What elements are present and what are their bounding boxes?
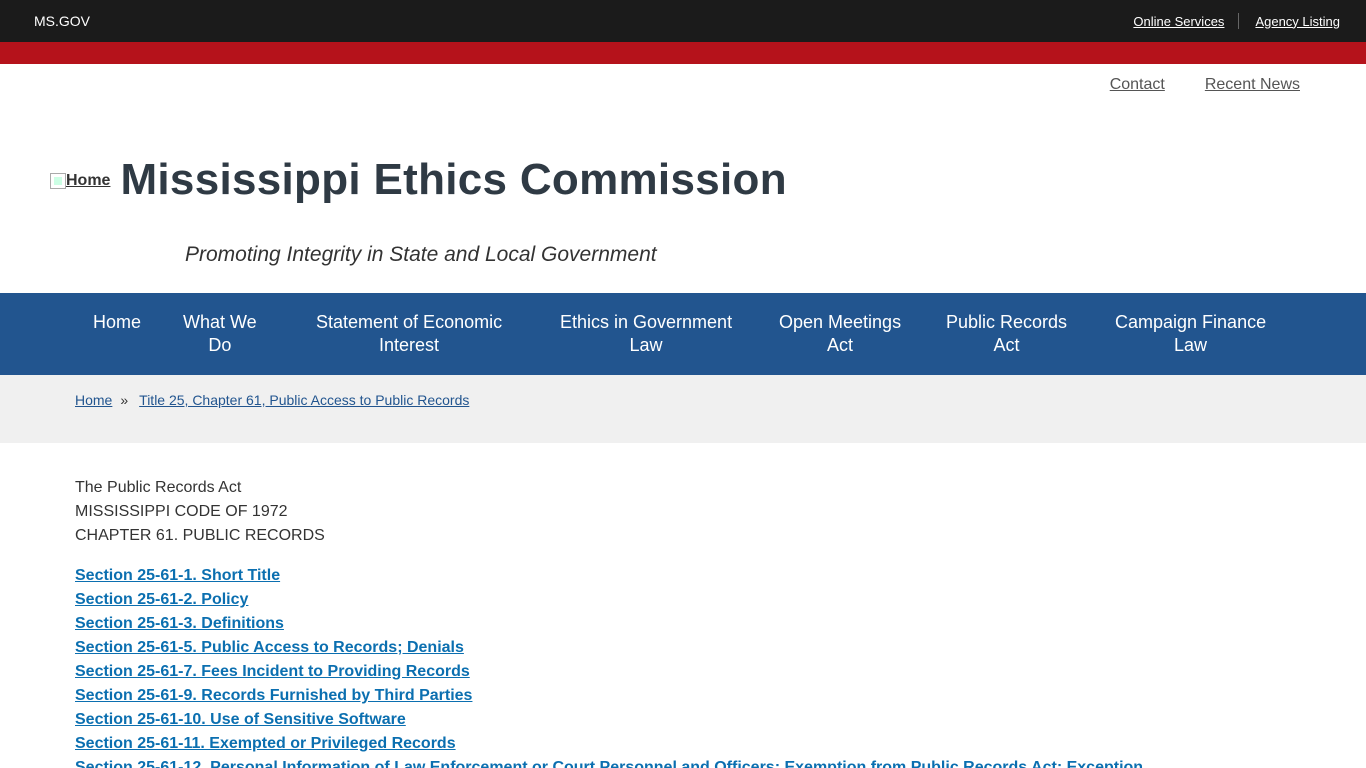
nav-item-what-we-do[interactable]: What We Do	[183, 311, 257, 357]
nav-item-home[interactable]: Home	[93, 311, 141, 334]
main-nav: Home What We Do Statement of Economic In…	[0, 293, 1366, 375]
nav-label-line1: What We	[183, 312, 257, 332]
site-tagline: Promoting Integrity in State and Local G…	[185, 243, 657, 266]
accent-bar	[0, 42, 1366, 64]
nav-label-line2: Interest	[379, 335, 440, 355]
section-link-list: Section 25-61-1. Short Title Section 25-…	[75, 564, 1143, 768]
ms-gov-label[interactable]: MS.GOV	[34, 13, 90, 29]
nav-label-line2: Do	[208, 335, 232, 355]
nav-item-public-records-act[interactable]: Public Records Act	[946, 311, 1067, 357]
recent-news-link[interactable]: Recent News	[1205, 76, 1300, 94]
nav-label-line2: Law	[1174, 335, 1208, 355]
nav-label-line1: Open Meetings	[779, 312, 902, 332]
site-branding: Home Mississippi Ethics Commission	[50, 155, 787, 205]
intro-line: CHAPTER 61. PUBLIC RECORDS	[75, 527, 325, 544]
top-bar-links: Online Services Agency Listing	[1133, 13, 1340, 29]
breadcrumb-bar: Home » Title 25, Chapter 61, Public Acce…	[0, 375, 1366, 443]
nav-label-line1: Campaign Finance	[1115, 312, 1267, 332]
section-link[interactable]: Section 25-61-11. Exempted or Privileged…	[75, 732, 1143, 756]
nav-label-line1: Public Records	[946, 312, 1068, 332]
broken-image-icon	[50, 173, 66, 189]
divider	[1238, 13, 1240, 29]
home-logo-link[interactable]: Home	[50, 172, 110, 190]
online-services-link[interactable]: Online Services	[1133, 14, 1224, 29]
section-link[interactable]: Section 25-61-5. Public Access to Record…	[75, 636, 1143, 660]
site-title: Mississippi Ethics Commission	[120, 155, 787, 204]
top-bar: MS.GOV Online Services Agency Listing	[0, 0, 1366, 42]
breadcrumb-home-link[interactable]: Home	[75, 392, 112, 408]
nav-item-campaign-finance-law[interactable]: Campaign Finance Law	[1115, 311, 1266, 357]
breadcrumb-separator: »	[120, 392, 129, 408]
section-link[interactable]: Section 25-61-12. Personal Information o…	[75, 756, 1143, 768]
contact-link[interactable]: Contact	[1110, 76, 1165, 94]
nav-label-line2: Act	[993, 335, 1020, 355]
nav-label-line2: Act	[827, 335, 854, 355]
main-content: The Public Records Act MISSISSIPPI CODE …	[75, 476, 1143, 768]
intro-line: The Public Records Act	[75, 479, 242, 496]
nav-label-line1: Home	[93, 312, 142, 332]
breadcrumb: Home » Title 25, Chapter 61, Public Acce…	[75, 392, 469, 408]
agency-listing-link[interactable]: Agency Listing	[1255, 14, 1340, 29]
section-link[interactable]: Section 25-61-9. Records Furnished by Th…	[75, 684, 1143, 708]
section-link[interactable]: Section 25-61-3. Definitions	[75, 612, 1143, 636]
logo-alt-text: Home	[66, 172, 111, 189]
section-link[interactable]: Section 25-61-7. Fees Incident to Provid…	[75, 660, 1143, 684]
section-link[interactable]: Section 25-61-2. Policy	[75, 588, 1143, 612]
nav-item-ethics-in-government-law[interactable]: Ethics in Government Law	[560, 311, 732, 357]
intro-text: The Public Records Act MISSISSIPPI CODE …	[75, 476, 1143, 548]
nav-item-open-meetings-act[interactable]: Open Meetings Act	[779, 311, 901, 357]
section-link[interactable]: Section 25-61-1. Short Title	[75, 564, 1143, 588]
breadcrumb-current-link[interactable]: Title 25, Chapter 61, Public Access to P…	[139, 392, 469, 408]
nav-label-line1: Statement of Economic	[316, 312, 503, 332]
utility-nav: Contact Recent News	[1070, 76, 1300, 94]
intro-line: MISSISSIPPI CODE OF 1972	[75, 503, 288, 520]
nav-label-line1: Ethics in Government	[560, 312, 733, 332]
nav-item-statement-of-economic-interest[interactable]: Statement of Economic Interest	[316, 311, 502, 357]
section-link[interactable]: Section 25-61-10. Use of Sensitive Softw…	[75, 708, 1143, 732]
nav-label-line2: Law	[629, 335, 663, 355]
